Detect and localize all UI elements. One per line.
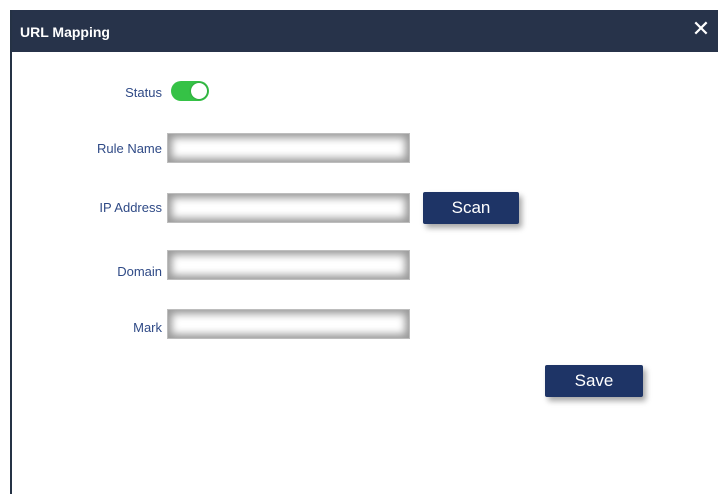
status-label: Status bbox=[125, 85, 162, 100]
domain-label: Domain bbox=[117, 264, 162, 279]
rule-name-input[interactable] bbox=[167, 133, 410, 163]
toggle-knob bbox=[191, 83, 207, 99]
ip-address-input[interactable] bbox=[167, 193, 410, 223]
dialog-title: URL Mapping bbox=[20, 24, 110, 40]
close-icon[interactable]: ✕ bbox=[688, 16, 714, 42]
status-toggle[interactable] bbox=[171, 81, 209, 101]
domain-input[interactable] bbox=[167, 250, 410, 280]
rule-name-label: Rule Name bbox=[96, 141, 162, 156]
save-button[interactable]: Save bbox=[545, 365, 643, 397]
scan-button[interactable]: Scan bbox=[423, 192, 519, 224]
mark-label: Mark bbox=[133, 320, 162, 335]
mark-input[interactable] bbox=[167, 309, 410, 339]
ip-address-label: IP Address bbox=[99, 200, 162, 215]
url-mapping-dialog: URL Mapping ✕ Status Rule Name IP Addres… bbox=[10, 10, 718, 494]
dialog-titlebar: URL Mapping ✕ bbox=[12, 10, 718, 52]
